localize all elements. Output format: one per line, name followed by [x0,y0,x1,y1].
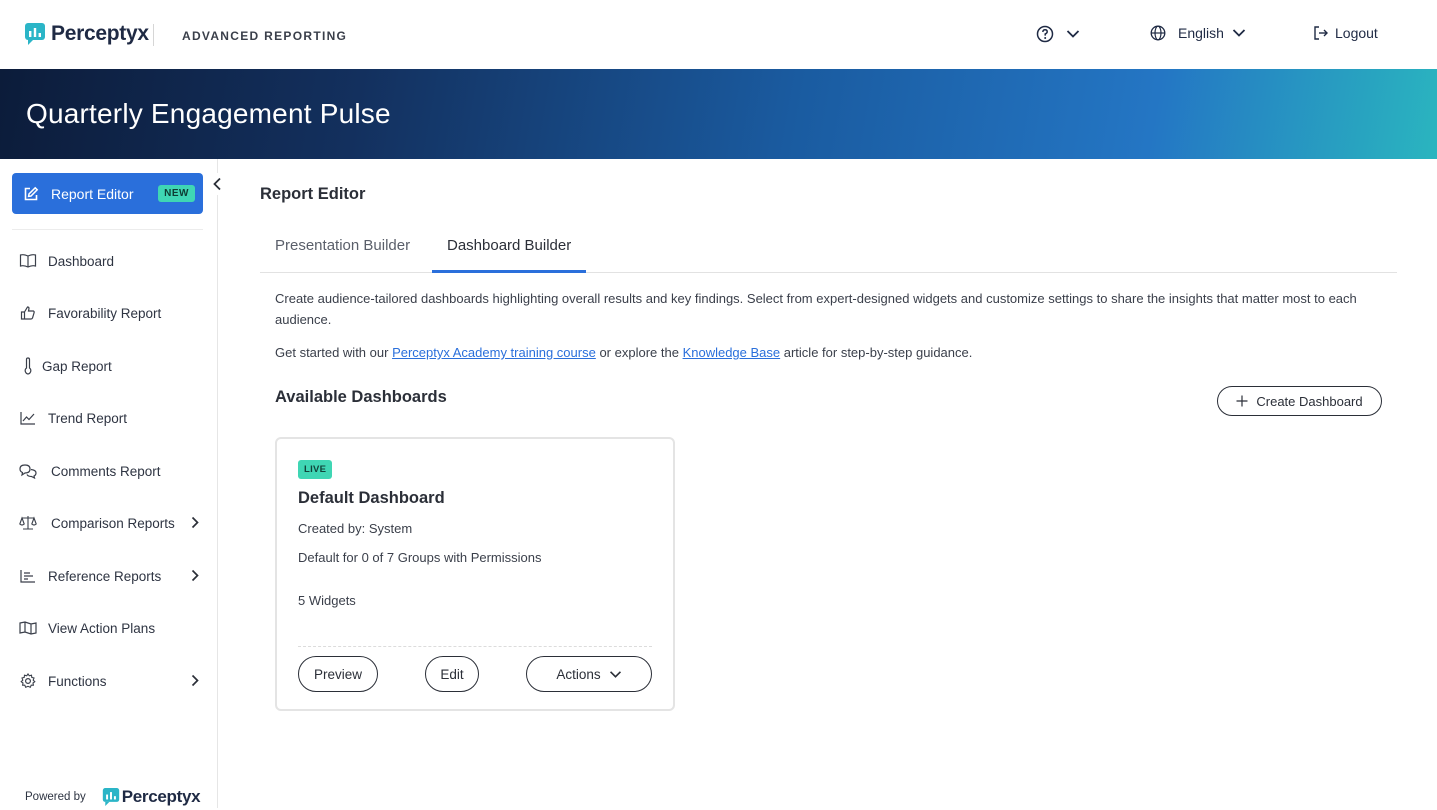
thermometer-icon [18,356,38,376]
sidebar-divider [12,229,203,230]
sidebar-item-view-action-plans[interactable]: View Action Plans [18,613,203,643]
guidance-prefix: Get started with our [275,345,393,360]
guidance-suffix: article for step-by-step guidance. [780,345,973,360]
sidebar-item-label: Report Editor [51,185,134,202]
help-menu-button[interactable] [1036,25,1080,43]
powered-by-label: Powered by [25,791,86,803]
actions-dropdown[interactable]: Actions [526,656,652,692]
sidebar-item-label: Gap Report [42,358,112,374]
dashboard-card: LIVE Default Dashboard Created by: Syste… [275,437,675,711]
perceptyx-logo[interactable]: Perceptyx [24,22,149,46]
knowledge-base-link[interactable]: Knowledge Base [683,345,781,360]
chevron-right-icon [191,674,199,687]
map-icon [18,618,38,638]
logout-icon [1314,26,1328,40]
sidebar-item-label: Favorability Report [48,305,162,321]
edit-button[interactable]: Edit [425,656,479,692]
report-banner: Quarterly Engagement Pulse [0,69,1437,159]
chevron-right-icon [191,569,199,582]
sidebar-item-functions[interactable]: Functions [18,666,203,696]
description-text: Create audience-tailored dashboards high… [275,291,1357,327]
top-bar: Perceptyx ADVANCED REPORTING English Log… [0,0,1437,69]
sidebar-item-comments-report[interactable]: Comments Report [18,456,203,486]
sidebar-item-favorability-report[interactable]: Favorability Report [18,298,203,328]
widget-count: 5 Widgets [298,593,356,608]
sidebar-item-trend-report[interactable]: Trend Report [18,403,203,433]
language-label: English [1178,25,1224,41]
chevron-right-icon [191,516,199,529]
logo-mark-icon [102,787,120,807]
academy-course-link[interactable]: Perceptyx Academy training course [392,345,596,360]
logo-mark-icon [24,22,46,46]
actions-label: Actions [556,666,601,682]
powered-brand: Perceptyx [121,787,201,806]
logout-label: Logout [1335,25,1378,41]
sidebar: Report Editor NEW Dashboard Favorability… [0,159,228,808]
guidance-middle: or explore the [595,345,683,360]
chevron-left-icon [213,177,221,191]
status-badge: LIVE [298,460,333,479]
sidebar-item-label: Trend Report [48,410,128,426]
sidebar-item-gap-report[interactable]: Gap Report [18,351,203,381]
chevron-down-icon [609,670,621,678]
sidebar-item-report-editor[interactable]: Report Editor NEW [12,173,203,214]
chevron-down-icon [1232,29,1246,37]
sidebar-item-dashboard[interactable]: Dashboard [18,246,203,276]
new-badge: NEW [158,185,195,202]
brand-name: Perceptyx [51,22,149,45]
guidance-text: Get started with our Perceptyx Academy t… [275,345,972,360]
tab-dashboard-builder[interactable]: Dashboard Builder [432,229,587,273]
line-chart-icon [18,408,38,428]
chat-bubbles-icon [18,461,38,481]
logout-button[interactable]: Logout [1313,25,1378,41]
default-for-text: Default for 0 of 7 Groups with Permissio… [298,550,542,565]
tab-bar: Presentation Builder Dashboard Builder [260,229,1397,273]
scale-icon [18,513,38,533]
create-dashboard-button[interactable]: Create Dashboard [1217,386,1382,416]
created-by-text: Created by: System [298,521,413,536]
edit-icon [24,186,39,200]
sidebar-item-label: Comments Report [51,463,161,479]
logo-divider [153,24,154,46]
tab-presentation-builder[interactable]: Presentation Builder [260,229,425,273]
bar-list-icon [18,566,38,586]
plus-icon [1236,395,1248,407]
sidebar-item-label: View Action Plans [48,620,156,636]
create-dashboard-label: Create Dashboard [1256,393,1363,409]
sidebar-item-label: Comparison Reports [51,515,175,531]
language-selector[interactable]: English [1150,25,1246,41]
sidebar-item-reference-reports[interactable]: Reference Reports [18,561,203,591]
powered-by: Powered by Perceptyx [25,787,201,807]
survey-title: Quarterly Engagement Pulse [26,98,391,129]
collapse-sidebar-button[interactable] [206,173,228,195]
available-dashboards-heading: Available Dashboards [275,388,447,406]
sidebar-item-label: Dashboard [48,253,115,269]
dashboard-title: Default Dashboard [298,489,445,507]
sidebar-item-label: Functions [48,673,107,689]
book-icon [18,251,38,271]
product-name: ADVANCED REPORTING [182,29,348,43]
page-title: Report Editor [260,185,366,203]
help-circle-icon [1036,25,1054,43]
sidebar-item-label: Reference Reports [48,568,162,584]
preview-button[interactable]: Preview [298,656,378,692]
chevron-down-icon [1066,30,1080,38]
main-content: Report Editor Presentation Builder Dashb… [218,159,1437,808]
globe-icon [1150,25,1166,41]
gear-icon [18,671,38,691]
card-divider [298,646,652,647]
thumbs-up-icon [18,303,38,323]
sidebar-item-comparison-reports[interactable]: Comparison Reports [18,508,203,538]
